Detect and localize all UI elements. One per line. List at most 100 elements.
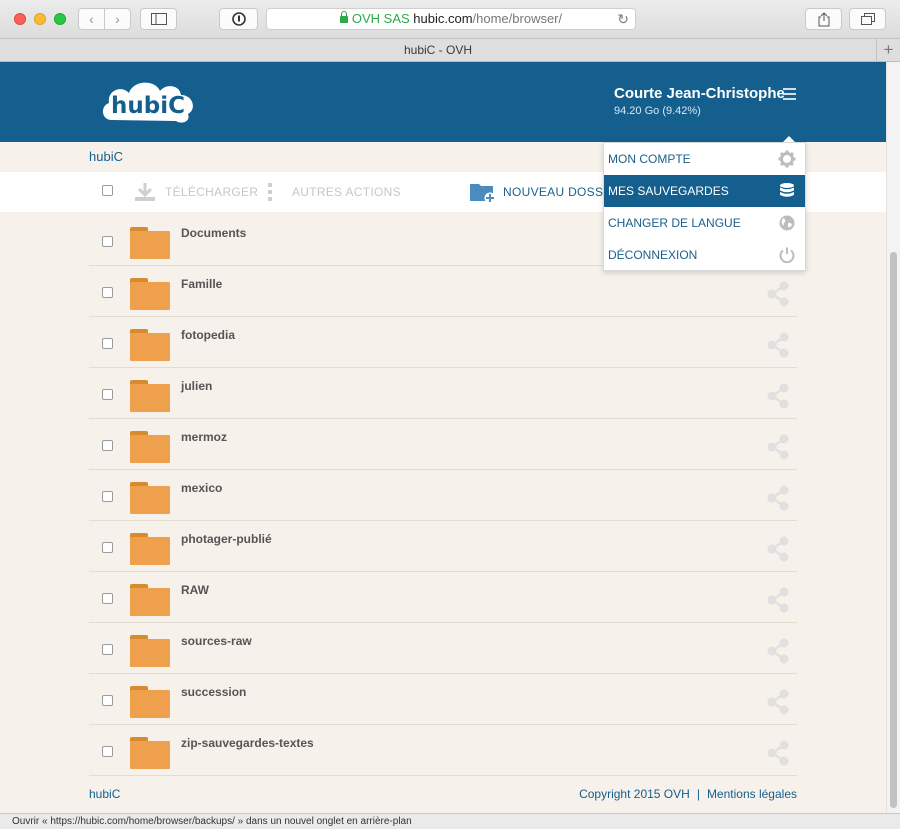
download-button[interactable]: TÉLÉCHARGER <box>165 185 258 199</box>
folder-row[interactable]: mermoz <box>89 419 797 470</box>
folder-row[interactable]: RAW <box>89 572 797 623</box>
row-checkbox[interactable] <box>102 440 113 451</box>
menu-item-change-language[interactable]: CHANGER DE LANGUE <box>604 207 805 239</box>
row-checkbox[interactable] <box>102 491 113 502</box>
footer-separator: | <box>696 787 700 801</box>
footer-brand-link[interactable]: hubiC <box>89 787 120 801</box>
folder-name[interactable]: julien <box>181 379 212 393</box>
folder-name[interactable]: fotopedia <box>181 328 235 342</box>
menu-item-my-backups[interactable]: MES SAUVEGARDES <box>604 175 805 207</box>
chevron-left-icon: ‹ <box>89 11 94 27</box>
certificate-company: OVH SAS <box>351 11 410 26</box>
vertical-scrollbar[interactable] <box>886 62 900 813</box>
reload-icon[interactable]: ↻ <box>617 9 629 29</box>
minimize-window-button[interactable] <box>34 13 46 25</box>
globe-icon <box>779 215 795 231</box>
address-bar[interactable]: OVH SAS hubic.com/home/browser/ ↻ <box>266 8 636 30</box>
row-checkbox[interactable] <box>102 695 113 706</box>
tab-overview-button[interactable] <box>849 8 886 30</box>
folder-row[interactable]: photager-publié <box>89 521 797 572</box>
folder-icon <box>130 686 170 718</box>
breadcrumb[interactable]: hubiC <box>89 149 123 164</box>
power-icon <box>779 247 795 264</box>
hubic-logo[interactable]: hubiC <box>98 76 198 126</box>
menu-item-my-account[interactable]: MON COMPTE <box>604 143 805 175</box>
scrollbar-thumb[interactable] <box>890 252 897 808</box>
row-checkbox[interactable] <box>102 644 113 655</box>
info-icon <box>231 12 246 26</box>
share-link-icon[interactable] <box>765 689 791 715</box>
share-link-icon[interactable] <box>765 485 791 511</box>
folder-row[interactable]: fotopedia <box>89 317 797 368</box>
folder-name[interactable]: Documents <box>181 226 246 240</box>
share-link-icon[interactable] <box>765 536 791 562</box>
close-window-button[interactable] <box>14 13 26 25</box>
menu-item-label: CHANGER DE LANGUE <box>608 216 741 230</box>
footer-links: Copyright 2015 OVH | Mentions légales <box>579 787 797 801</box>
folder-name[interactable]: succession <box>181 685 246 699</box>
row-checkbox[interactable] <box>102 236 113 247</box>
svg-text:hubiC: hubiC <box>111 93 185 119</box>
folder-name[interactable]: mermoz <box>181 430 227 444</box>
forward-button[interactable]: › <box>104 8 131 30</box>
row-checkbox[interactable] <box>102 746 113 757</box>
back-button[interactable]: ‹ <box>78 8 105 30</box>
share-link-icon[interactable] <box>765 740 791 766</box>
folder-name[interactable]: sources-raw <box>181 634 252 648</box>
folder-row[interactable]: zip-sauvegardes-textes <box>89 725 797 776</box>
folder-name[interactable]: zip-sauvegardes-textes <box>181 736 314 750</box>
more-vertical-icon <box>268 183 272 201</box>
folder-icon <box>130 227 170 259</box>
folder-row[interactable]: julien <box>89 368 797 419</box>
sidebar-toggle-button[interactable] <box>140 8 177 30</box>
folder-name[interactable]: RAW <box>181 583 209 597</box>
folder-icon <box>130 329 170 361</box>
row-checkbox[interactable] <box>102 593 113 604</box>
share-link-icon[interactable] <box>765 638 791 664</box>
copyright-link[interactable]: Copyright 2015 OVH <box>579 787 690 801</box>
menu-item-label: MON COMPTE <box>608 152 691 166</box>
user-name[interactable]: Courte Jean-Christophe <box>614 85 785 102</box>
tab-title[interactable]: hubiC - OVH <box>0 39 876 62</box>
hamburger-menu-icon[interactable] <box>783 88 796 100</box>
url-path: /home/browser/ <box>472 11 563 26</box>
row-checkbox[interactable] <box>102 338 113 349</box>
share-link-icon[interactable] <box>765 383 791 409</box>
folder-icon <box>130 278 170 310</box>
select-all-checkbox[interactable] <box>102 185 113 196</box>
share-link-icon[interactable] <box>765 281 791 307</box>
folder-row[interactable]: Famille <box>89 266 797 317</box>
plus-icon: + <box>883 40 894 59</box>
folder-name[interactable]: mexico <box>181 481 222 495</box>
url-host: hubic.com <box>413 11 473 26</box>
storage-quota: 94.20 Go (9.42%) <box>614 105 701 117</box>
tabs-icon <box>860 13 875 25</box>
folder-icon <box>130 431 170 463</box>
share-icon <box>818 12 829 27</box>
download-icon <box>135 183 155 201</box>
folder-icon <box>130 380 170 412</box>
new-tab-button[interactable]: + <box>876 39 900 62</box>
other-actions-button[interactable]: AUTRES ACTIONS <box>292 185 401 199</box>
database-icon <box>780 183 794 197</box>
legal-notice-link[interactable]: Mentions légales <box>707 787 797 801</box>
menu-item-logout[interactable]: DÉCONNEXION <box>604 239 805 271</box>
row-checkbox[interactable] <box>102 542 113 553</box>
browser-toolbar: ‹ › OVH SAS hubic.com/home/browser/ ↻ <box>0 0 900 39</box>
share-link-icon[interactable] <box>765 587 791 613</box>
chevron-right-icon: › <box>115 11 120 27</box>
row-checkbox[interactable] <box>102 389 113 400</box>
zoom-window-button[interactable] <box>54 13 66 25</box>
row-checkbox[interactable] <box>102 287 113 298</box>
folder-row[interactable]: sources-raw <box>89 623 797 674</box>
folder-name[interactable]: Famille <box>181 277 222 291</box>
folder-icon <box>130 635 170 667</box>
share-link-icon[interactable] <box>765 332 791 358</box>
folder-row[interactable]: succession <box>89 674 797 725</box>
reader-button[interactable] <box>219 8 258 30</box>
share-link-icon[interactable] <box>765 434 791 460</box>
share-button[interactable] <box>805 8 842 30</box>
folder-row[interactable]: mexico <box>89 470 797 521</box>
site-header: hubiC Courte Jean-Christophe 94.20 Go (9… <box>0 62 886 142</box>
folder-name[interactable]: photager-publié <box>181 532 272 546</box>
